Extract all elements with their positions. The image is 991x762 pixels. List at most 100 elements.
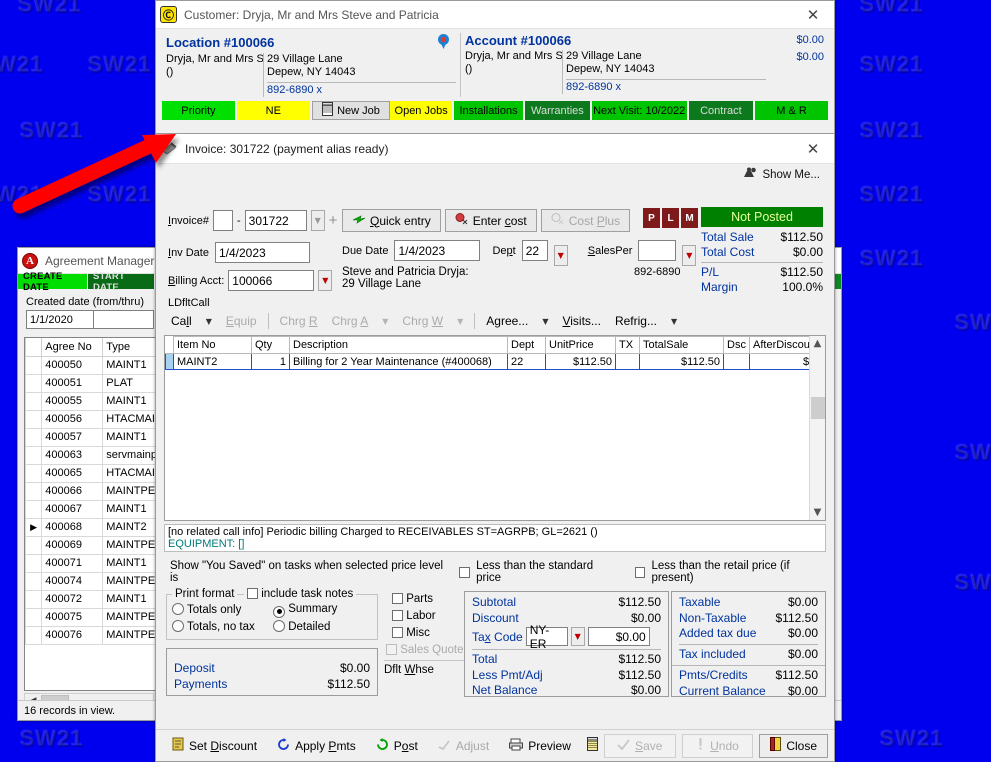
cell-agree-no[interactable]: 400057 bbox=[42, 428, 103, 446]
agree-button[interactable]: Agree... bbox=[479, 314, 535, 328]
invoice-window[interactable]: Invoice: 301722 (payment alias ready) ✕ … bbox=[155, 133, 835, 762]
cell-unit-price[interactable]: $112.50 bbox=[546, 354, 616, 370]
tax-amount-input[interactable]: $0.00 bbox=[588, 627, 650, 646]
cell-dept[interactable]: 22 bbox=[508, 354, 546, 370]
cell-after-discount[interactable]: $112.50 bbox=[750, 354, 810, 370]
parts-checkbox[interactable] bbox=[392, 593, 403, 604]
totals-only-radio[interactable] bbox=[172, 603, 184, 615]
cell-dsc[interactable] bbox=[724, 354, 750, 370]
row-marker[interactable]: ▶ bbox=[26, 518, 42, 536]
cell-item-no[interactable]: MAINT2 bbox=[174, 354, 252, 370]
call-button[interactable]: Call bbox=[164, 314, 199, 328]
salesper-dropdown[interactable]: ▼ bbox=[682, 245, 696, 266]
invoice-prefix-input[interactable] bbox=[213, 210, 233, 231]
ne-button[interactable]: NE bbox=[237, 101, 312, 120]
col-dept[interactable]: Dept bbox=[508, 337, 546, 354]
billing-acct-input[interactable]: 100066 bbox=[228, 270, 314, 291]
set-discount-button[interactable]: Set Discount bbox=[162, 734, 267, 758]
include-task-notes-checkbox[interactable] bbox=[247, 588, 258, 599]
next-visit-button[interactable]: Next Visit: 10/2022 bbox=[592, 101, 689, 120]
m-and-r-button[interactable]: M & R bbox=[755, 101, 828, 120]
invoice-no-input[interactable]: 301722 bbox=[245, 210, 307, 231]
row-marker[interactable] bbox=[26, 410, 42, 428]
invoice-titlebar[interactable]: Invoice: 301722 (payment alias ready) ✕ bbox=[156, 134, 834, 164]
cell-agree-no[interactable]: 400066 bbox=[42, 482, 103, 500]
invoice-bottom-toolbar[interactable]: Set Discount Apply Pmts Post Adjust Prev… bbox=[156, 729, 834, 761]
agree-dropdown-icon[interactable]: ▼ bbox=[535, 317, 555, 326]
radio-summary[interactable]: Summary bbox=[273, 603, 337, 618]
cell-agree-no[interactable]: 400071 bbox=[42, 554, 103, 572]
row-marker[interactable] bbox=[26, 356, 42, 374]
radio-detailed[interactable]: Detailed bbox=[273, 620, 330, 633]
notes-button[interactable] bbox=[581, 734, 604, 758]
misc-row[interactable]: Misc bbox=[392, 627, 430, 639]
table-row[interactable]: MAINT2 1 Billing for 2 Year Maintenance … bbox=[166, 354, 810, 370]
labor-row[interactable]: Labor bbox=[392, 610, 436, 622]
col-unit-price[interactable]: UnitPrice bbox=[546, 337, 616, 354]
invoice-items-table[interactable]: Item No Qty Description Dept UnitPrice T… bbox=[165, 336, 809, 370]
cell-agree-no[interactable]: 400051 bbox=[42, 374, 103, 392]
cell-agree-no[interactable]: 400074 bbox=[42, 572, 103, 590]
row-marker[interactable] bbox=[26, 374, 42, 392]
post-button[interactable]: Post bbox=[366, 734, 428, 758]
row-marker[interactable] bbox=[26, 572, 42, 590]
summary-radio[interactable] bbox=[273, 606, 285, 618]
invoice-secondary-toolbar[interactable]: Call ▼ Equip Chrg R Chrg A ▼ Chrg W ▼ Ag… bbox=[164, 310, 834, 332]
dept-input[interactable]: 22 bbox=[522, 240, 548, 261]
preview-button[interactable]: Preview bbox=[499, 734, 581, 758]
items-vscroll-thumb[interactable] bbox=[811, 397, 825, 419]
parts-row[interactable]: Parts bbox=[392, 593, 433, 605]
apply-pmts-button[interactable]: Apply Pmts bbox=[267, 734, 366, 758]
totals-no-tax-radio[interactable] bbox=[172, 620, 184, 632]
inv-date-input[interactable]: 1/4/2023 bbox=[215, 242, 310, 263]
row-marker[interactable] bbox=[26, 626, 42, 644]
less-than-standard-checkbox[interactable] bbox=[459, 567, 470, 578]
cell-agree-no[interactable]: 400050 bbox=[42, 356, 103, 374]
created-date-from-input[interactable]: 1/1/2020 bbox=[26, 310, 94, 329]
billing-acct-dropdown[interactable]: ▼ bbox=[318, 270, 332, 291]
col-total-sale[interactable]: TotalSale bbox=[640, 337, 724, 354]
open-jobs-button[interactable]: Open Jobs bbox=[390, 101, 454, 120]
m-indicator[interactable]: M bbox=[681, 208, 698, 228]
less-than-retail-checkbox[interactable] bbox=[635, 567, 646, 578]
priority-button[interactable]: Priority bbox=[162, 101, 237, 120]
radio-totals-no-tax[interactable]: Totals, no tax bbox=[172, 620, 255, 633]
close-button[interactable]: Close bbox=[759, 734, 828, 758]
misc-checkbox[interactable] bbox=[392, 627, 403, 638]
row-marker[interactable] bbox=[26, 500, 42, 518]
enter-cost-button[interactable]: Enter cost bbox=[445, 209, 537, 232]
cell-total-sale[interactable]: $112.50 bbox=[640, 354, 724, 370]
row-marker[interactable] bbox=[26, 464, 42, 482]
call-dropdown-icon[interactable]: ▼ bbox=[199, 317, 219, 326]
tax-code-row[interactable]: Tax Code NY-ER ▼ $0.00 bbox=[472, 627, 661, 646]
cell-description[interactable]: Billing for 2 Year Maintenance (#400068) bbox=[290, 354, 508, 370]
installations-button[interactable]: Installations bbox=[454, 101, 525, 120]
show-me-button[interactable]: Show Me... bbox=[743, 167, 820, 182]
tab-start-date[interactable]: START DATE bbox=[88, 274, 155, 289]
cell-agree-no[interactable]: 400056 bbox=[42, 410, 103, 428]
items-grid-vscrollbar[interactable]: ▲ ▼ bbox=[809, 336, 825, 520]
agreement-tabs-left[interactable]: CREATE DATE START DATE bbox=[18, 274, 155, 289]
due-date-input[interactable]: 1/4/2023 bbox=[394, 240, 480, 261]
map-pin-icon[interactable] bbox=[435, 33, 452, 53]
plm-indicators[interactable]: P L M bbox=[643, 208, 698, 228]
cell-agree-no[interactable]: 400069 bbox=[42, 536, 103, 554]
col-item-no[interactable]: Item No bbox=[174, 337, 252, 354]
dept-dropdown[interactable]: ▼ bbox=[554, 245, 568, 266]
customer-titlebar[interactable]: Ⓒ Customer: Dryja, Mr and Mrs Steve and … bbox=[156, 1, 834, 29]
customer-close-button[interactable]: ✕ bbox=[796, 2, 830, 28]
refrig-dropdown-icon[interactable]: ▼ bbox=[664, 317, 684, 326]
labor-checkbox[interactable] bbox=[392, 610, 403, 621]
row-marker[interactable] bbox=[26, 554, 42, 572]
invoice-no-dropdown[interactable]: ▼ bbox=[311, 210, 325, 231]
cell-agree-no[interactable]: 400067 bbox=[42, 500, 103, 518]
radio-totals-only[interactable]: Totals only bbox=[172, 603, 241, 616]
row-marker[interactable] bbox=[26, 590, 42, 608]
cell-qty[interactable]: 1 bbox=[252, 354, 290, 370]
col-tx[interactable]: TX bbox=[616, 337, 640, 354]
cell-agree-no[interactable]: 400075 bbox=[42, 608, 103, 626]
cell-agree-no[interactable]: 400076 bbox=[42, 626, 103, 644]
row-marker[interactable] bbox=[26, 536, 42, 554]
items-scroll-up-icon[interactable]: ▲ bbox=[814, 338, 822, 349]
col-after-discount[interactable]: AfterDiscount bbox=[750, 337, 810, 354]
